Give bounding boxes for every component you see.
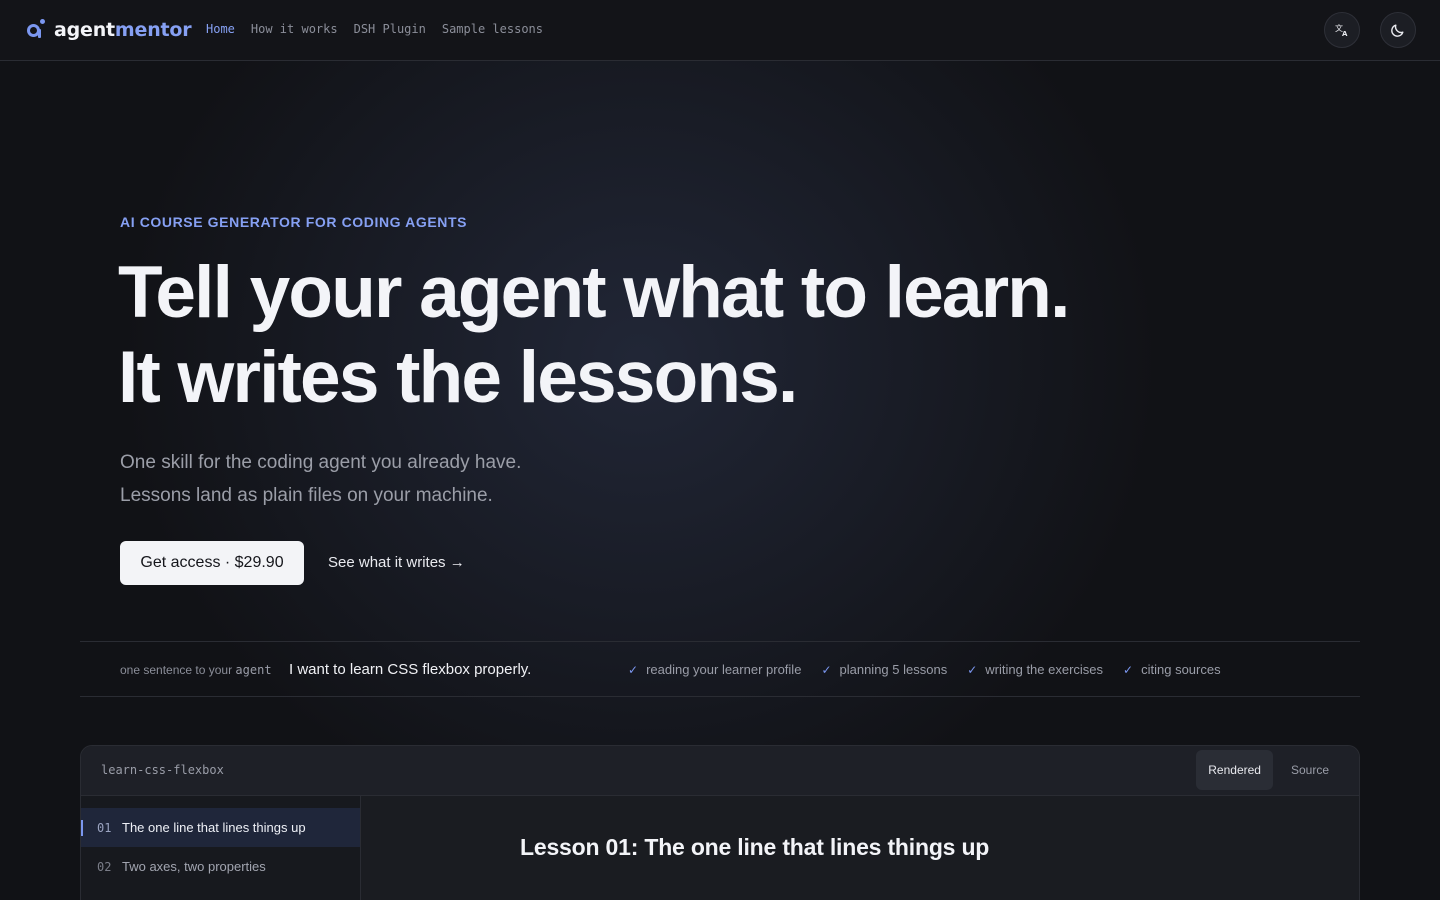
headline-line-2: It writes the lessons.: [118, 337, 798, 418]
step-item: ✓ writing the exercises: [967, 662, 1103, 677]
logo-text-agent: agent: [54, 19, 115, 41]
check-icon: ✓: [821, 662, 832, 677]
strip-label-agent: agent: [235, 663, 272, 677]
example-prompt: I want to learn CSS flexbox properly.: [289, 661, 532, 678]
check-icon: ✓: [628, 662, 639, 677]
lesson-number: 01: [97, 820, 112, 835]
strip-label: one sentence to your agent: [120, 663, 272, 677]
lesson-list: 01 The one line that lines things up 02 …: [81, 796, 361, 900]
logo[interactable]: agentmentor: [26, 18, 192, 42]
get-access-button[interactable]: Get access · $29.90: [120, 541, 304, 585]
page: agentmentor Home How it works DSH Plugin…: [0, 0, 1440, 900]
hero-subtitle: One skill for the coding agent you alrea…: [120, 446, 521, 512]
step-label: citing sources: [1141, 662, 1221, 677]
logo-icon: [26, 18, 46, 42]
lesson-number: 02: [97, 859, 112, 874]
theme-toggle-button[interactable]: [1380, 12, 1416, 48]
logo-text-mentor: mentor: [114, 19, 192, 41]
subtitle-line-1: One skill for the coding agent you alrea…: [120, 452, 522, 473]
lesson-title: The one line that lines things up: [122, 820, 306, 835]
language-button[interactable]: 文 A: [1324, 12, 1360, 48]
view-tabs: Rendered Source: [1196, 750, 1341, 790]
lesson-preview-panel: learn-css-flexbox Rendered Source 01 The…: [80, 745, 1360, 900]
step-item: ✓ planning 5 lessons: [821, 662, 947, 677]
step-item: ✓ citing sources: [1123, 662, 1221, 677]
logo-text: agentmentor: [54, 19, 192, 41]
step-label: planning 5 lessons: [839, 662, 948, 677]
nav-link-sample-lessons[interactable]: Sample lessons: [442, 22, 543, 36]
subtitle-line-2: Lessons land as plain files on your mach…: [120, 485, 493, 506]
check-icon: ✓: [1123, 662, 1134, 677]
nav-link-how-it-works[interactable]: How it works: [251, 22, 338, 36]
lesson-item-02[interactable]: 02 Two axes, two properties: [81, 847, 360, 886]
check-icon: ✓: [967, 662, 978, 677]
tab-rendered[interactable]: Rendered: [1196, 750, 1273, 790]
hero-headline: Tell your agent what to learn. It writes…: [118, 250, 1070, 420]
progress-steps: ✓ reading your learner profile ✓ planning …: [628, 662, 1221, 677]
step-label: reading your learner profile: [646, 662, 802, 677]
translate-icon: 文 A: [1335, 23, 1348, 38]
step-label: writing the exercises: [985, 662, 1104, 677]
tab-source[interactable]: Source: [1279, 750, 1341, 790]
hero-eyebrow: AI COURSE GENERATOR FOR CODING AGENTS: [120, 214, 468, 230]
svg-text:A: A: [1342, 30, 1348, 38]
nav-links: Home How it works DSH Plugin Sample less…: [206, 22, 543, 36]
lesson-heading: Lesson 01: The one line that lines thing…: [520, 834, 990, 860]
prompt-strip: one sentence to your agent I want to lea…: [80, 641, 1360, 697]
lesson-title: Two axes, two properties: [122, 859, 266, 874]
lesson-item-01[interactable]: 01 The one line that lines things up: [81, 808, 360, 847]
panel-header: learn-css-flexbox Rendered Source: [81, 746, 1359, 796]
course-folder-name: learn-css-flexbox: [101, 763, 224, 777]
headline-line-1: Tell your agent what to learn.: [118, 252, 1070, 333]
see-what-it-writes-link[interactable]: See what it writes →: [328, 554, 465, 571]
nav-link-dsh-plugin[interactable]: DSH Plugin: [354, 22, 426, 36]
moon-icon: [1391, 24, 1404, 37]
nav-link-home[interactable]: Home: [206, 22, 235, 36]
step-item: ✓ reading your learner profile: [628, 662, 801, 677]
strip-label-prefix: one sentence to your: [120, 663, 233, 677]
top-nav: agentmentor Home How it works DSH Plugin…: [0, 0, 1440, 61]
